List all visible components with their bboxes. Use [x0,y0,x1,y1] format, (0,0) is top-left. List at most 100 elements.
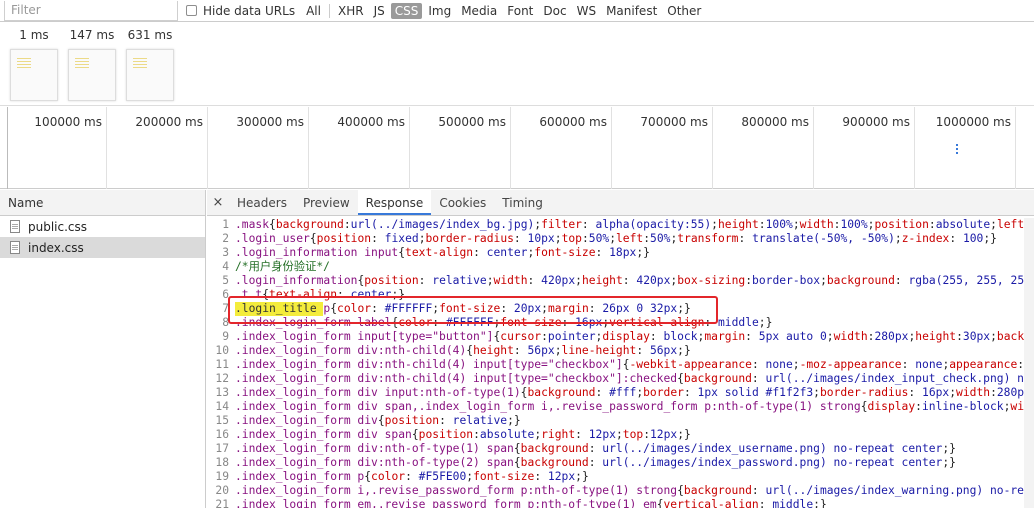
code-token: ; [894,232,902,245]
line-number: 1 [222,218,229,231]
code-token: url(../images/index_bg.jpg) [350,218,535,231]
code-line: 15 .index_login_form div{position: relati… [207,414,1034,428]
request-row-public-css[interactable]: public.css [0,216,205,237]
overview-tick-label: 100000 ms [34,115,102,129]
line-number: 13 [215,386,229,399]
line-number: 21 [215,498,229,508]
timeline-overview[interactable]: 100000 ms 200000 ms 300000 ms 400000 ms 5000… [0,107,1034,189]
filter-type-doc[interactable]: Doc [539,3,570,19]
code-token: : [751,358,766,371]
code-token: 50% [650,232,671,245]
code-token: ; [711,218,718,231]
hide-data-urls-label: Hide data URLs [203,3,296,18]
name-column-header[interactable]: Name [0,190,205,216]
code-token: { [357,274,365,287]
request-list-panel: Name public.css index.css [0,190,206,508]
code-token: { [309,232,317,245]
code-token: ;} [677,428,691,441]
vertical-scrollbar[interactable] [1024,218,1034,508]
line-number: 20 [215,484,229,497]
filter-type-media[interactable]: Media [457,3,501,19]
code-token: background [527,386,596,399]
code-token: : [643,232,651,245]
filter-type-img[interactable]: Img [424,3,455,19]
code-token: 50% [588,232,610,245]
filter-type-font[interactable]: Font [503,3,537,19]
tab-cookies[interactable]: Cookies [431,190,494,215]
screenshot-frame[interactable]: 631 ms [122,28,178,101]
network-filter-bar: Filter Hide data URLs All XHR JS CSS Img Medi… [0,0,1034,22]
code-line: 3 .login_information input{text-align: ce… [207,246,1034,260]
line-number: 9 [222,330,229,343]
code-token: ; [826,330,834,343]
filter-type-ws[interactable]: WS [573,3,600,19]
code-line: 20 .index_login_form i,.revise_password_f… [207,484,1034,498]
filter-input[interactable]: Filter [4,0,178,21]
overview-gridline [308,107,309,189]
filter-type-xhr[interactable]: XHR [334,3,368,19]
overview-gridline [409,107,410,189]
code-token: 280px [874,330,909,343]
code-token: none [915,358,943,371]
screenshot-thumbnail[interactable] [68,49,116,101]
response-source-view[interactable]: 1 .mask{background: url(../images/index_bg… [207,218,1034,508]
code-token: 100% [765,218,793,231]
code-token: ; [867,218,875,231]
code-token: #F5FE00 [418,470,467,483]
tab-response[interactable]: Response [357,190,432,215]
code-token: : [901,358,916,371]
filter-type-manifest[interactable]: Manifest [602,3,661,19]
tab-timing[interactable]: Timing [494,190,551,215]
code-token: background [275,218,344,231]
code-token: background [683,484,752,497]
overview-tick-label: 1000000 ms [935,115,1011,129]
filter-type-js[interactable]: JS [370,3,389,19]
code-token: url(../images/index_password.png) no-rep… [602,456,943,469]
line-number: 12 [215,372,229,385]
code-token: font-size [473,470,535,483]
screenshot-thumbnail[interactable] [10,49,58,101]
code-token: .index_login_form div span,.index_login_… [235,400,861,413]
code-token: .index_login_form div:nth-child(4) input… [235,358,623,371]
screenshot-frame[interactable]: 147 ms [64,28,120,101]
code-token: ; [575,274,582,287]
code-token: : [649,330,664,343]
filter-type-other[interactable]: Other [663,3,705,19]
tab-headers[interactable]: Headers [229,190,295,215]
filter-type-css[interactable]: CSS [390,2,423,19]
hide-data-urls-toggle[interactable]: Hide data URLs [186,4,295,18]
screenshot-frame[interactable]: 1 ms [6,28,62,101]
code-token: inline-block [921,400,1004,413]
code-token: ; [792,218,800,231]
request-row-index-css[interactable]: index.css [0,237,205,258]
line-number: 4 [222,260,229,273]
overview-tick-label: 500000 ms [438,115,506,129]
hide-data-urls-checkbox[interactable] [186,5,197,16]
code-token: .index_login_form div span [235,428,412,441]
code-token: pointer [547,330,596,343]
code-token: .index_login_form em,.revise_password_fo… [235,498,657,508]
close-icon[interactable]: × [207,190,229,215]
overview-gridline [611,107,612,189]
request-name: public.css [28,219,88,234]
detail-tabs: × Headers Preview Response Cookies Timin… [207,190,1034,216]
code-token: ; [527,246,535,259]
code-token: : [928,218,936,231]
screenshot-thumbnail[interactable] [126,49,174,101]
code-token: url(../images/index_input_check.png) no- [765,372,1034,385]
code-token: : [745,274,753,287]
overview-gridline [510,107,511,189]
code-token: text-align [405,246,474,259]
overview-left-handle[interactable] [0,107,8,189]
line-number: 18 [215,456,229,469]
code-token: : [418,274,433,287]
tab-preview[interactable]: Preview [295,190,358,215]
code-token: { [466,344,474,357]
line-number: 3 [222,246,229,259]
code-token: position [316,232,372,245]
filter-type-all[interactable]: All [302,3,325,19]
code-token: .index_login_form div [235,414,378,427]
overview-gridline [712,107,713,189]
screenshot-time: 1 ms [19,28,49,42]
code-token: : [894,274,909,287]
